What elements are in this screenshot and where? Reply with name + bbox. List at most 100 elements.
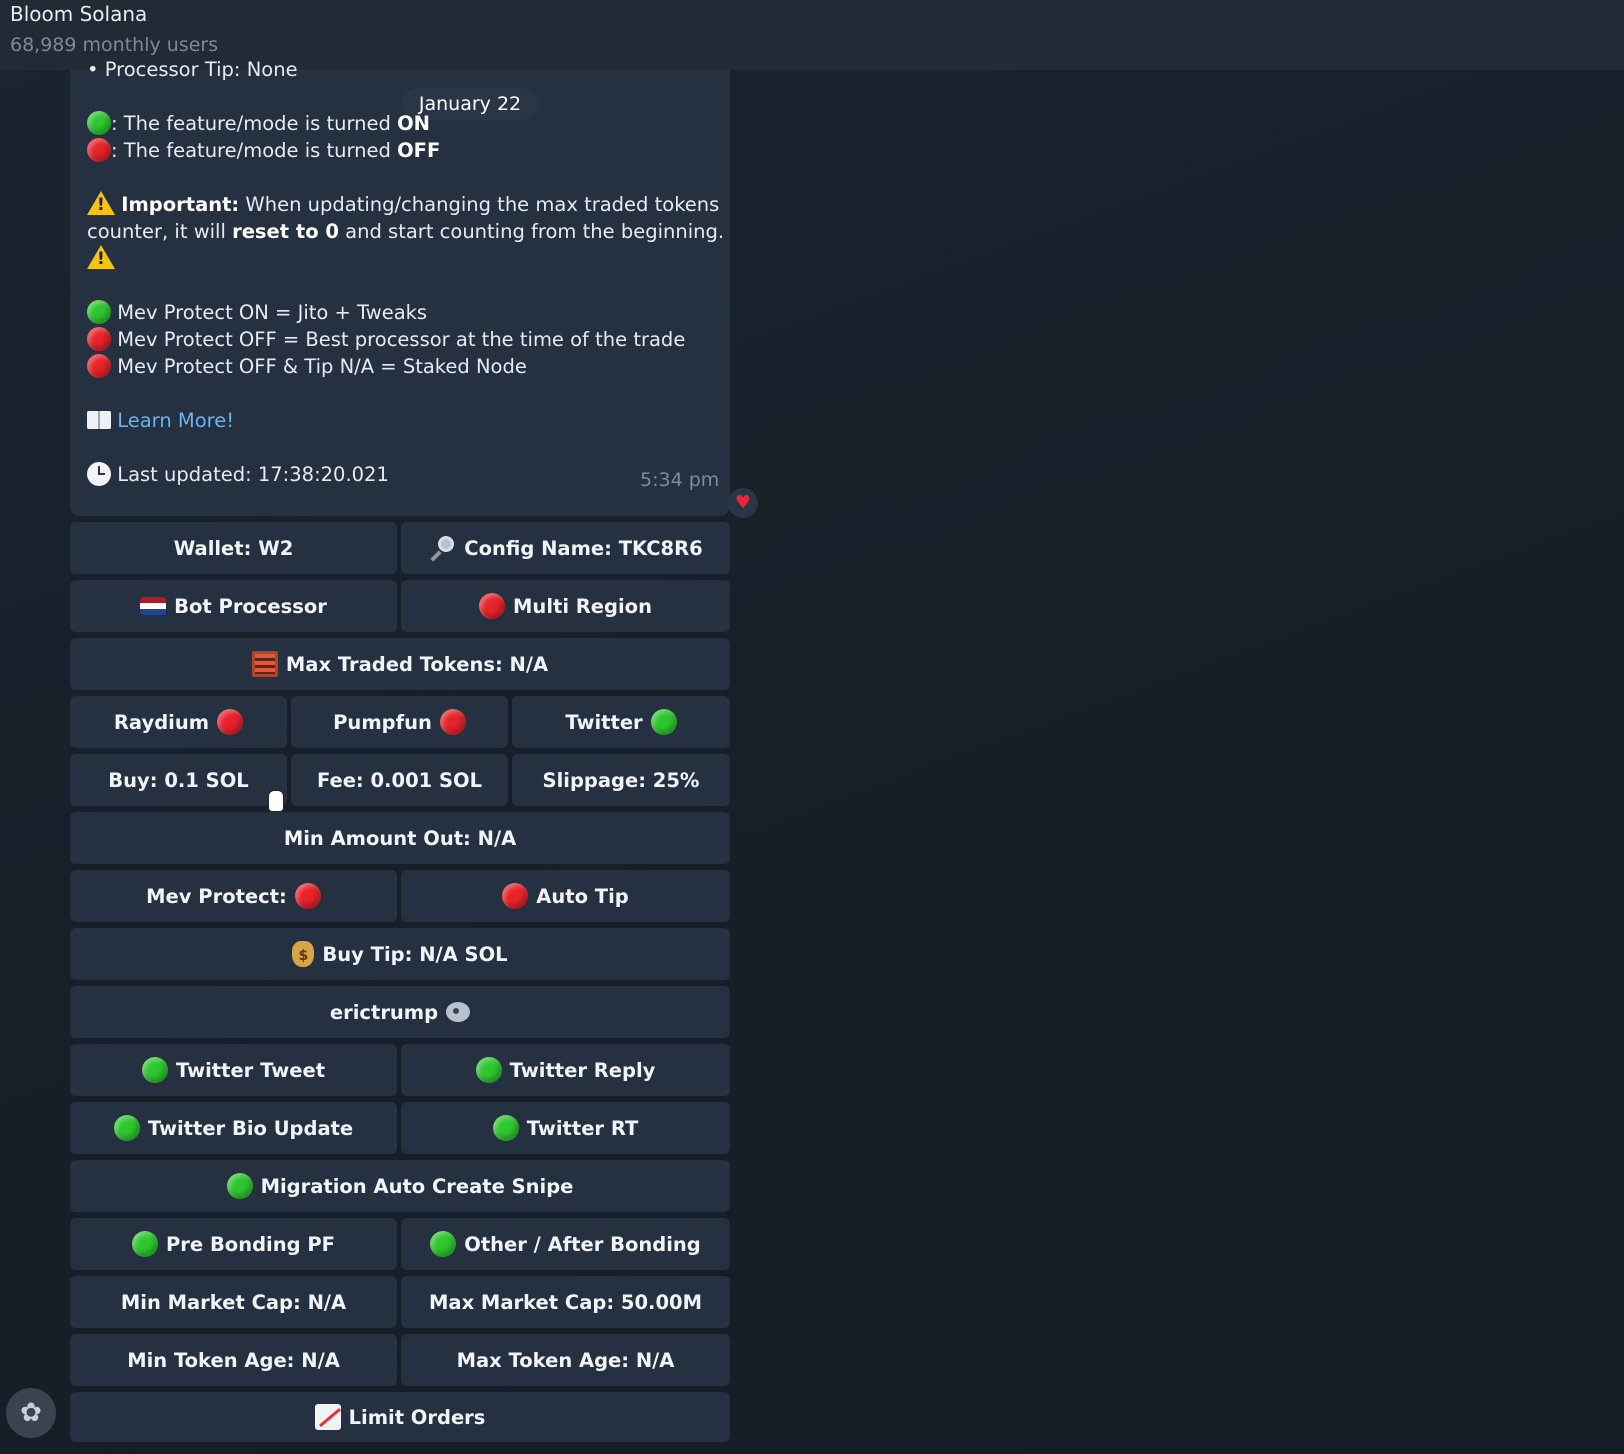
learn-more-link[interactable]: Learn More!: [117, 409, 234, 432]
green-circle-icon: [226, 1173, 253, 1199]
pumpfun-label: Pumpfun: [333, 710, 432, 734]
abacus-icon: [251, 651, 278, 677]
multi-region-button[interactable]: Multi Region: [401, 580, 730, 632]
red-circle-icon: [87, 138, 111, 162]
legend-off-line: : The feature/mode is turned OFF: [87, 137, 440, 165]
raydium-button[interactable]: Raydium: [70, 696, 287, 748]
other-after-bonding-label: Other / After Bonding: [464, 1232, 701, 1256]
min-market-cap-label: Min Market Cap: N/A: [120, 1290, 347, 1314]
buy-amount-label: Buy: 0.1 SOL: [108, 768, 249, 792]
twitter-reply-label: Twitter Reply: [509, 1058, 656, 1082]
twitter-button[interactable]: Twitter: [512, 696, 730, 748]
netherlands-flag-icon: [140, 597, 167, 615]
max-traded-tokens-button[interactable]: Max Traded Tokens: N/A: [70, 638, 730, 690]
important-label: Important:: [121, 193, 240, 216]
max-market-cap-button[interactable]: Max Market Cap: 50.00M: [401, 1276, 730, 1328]
chat-title: Bloom Solana: [10, 2, 148, 26]
legend-off-word: OFF: [397, 139, 441, 162]
limit-orders-label: Limit Orders: [348, 1405, 486, 1429]
fee-label: Fee: 0.001 SOL: [316, 768, 483, 792]
green-circle-icon: [87, 111, 111, 135]
auto-tip-label: Auto Tip: [536, 884, 629, 908]
money-bag-icon: $: [292, 941, 315, 967]
red-circle-icon: [479, 593, 506, 619]
twitter-reply-button[interactable]: Twitter Reply: [401, 1044, 730, 1096]
important-text: When updating/changing the max traded to…: [239, 193, 720, 216]
limit-orders-button[interactable]: Limit Orders: [70, 1392, 730, 1442]
bot-processor-button[interactable]: Bot Processor: [70, 580, 397, 632]
legend-on-line: : The feature/mode is turned ON: [87, 110, 430, 138]
multi-region-label: Multi Region: [513, 594, 652, 618]
red-circle-icon: [217, 709, 244, 735]
pre-bonding-pf-label: Pre Bonding PF: [166, 1232, 335, 1256]
max-traded-tokens-label: Max Traded Tokens: N/A: [285, 652, 549, 676]
wallet-button[interactable]: Wallet: W2: [70, 522, 397, 574]
reset-text: reset to 0: [232, 220, 339, 243]
legend-on-word: ON: [397, 112, 430, 135]
important-line-3: [87, 245, 115, 273]
username-button[interactable]: erictrump: [70, 986, 730, 1038]
min-amount-out-label: Min Amount Out: N/A: [283, 826, 517, 850]
max-token-age-button[interactable]: Max Token Age: N/A: [401, 1334, 730, 1386]
twitter-rt-button[interactable]: Twitter RT: [401, 1102, 730, 1154]
red-circle-icon: [502, 883, 529, 909]
min-amount-out-button[interactable]: Min Amount Out: N/A: [70, 812, 730, 864]
legend-off-text: : The feature/mode is turned: [111, 139, 398, 162]
buy-tip-button[interactable]: $ Buy Tip: N/A SOL: [70, 928, 730, 980]
green-circle-icon: [492, 1115, 519, 1141]
chat-subtitle: 68,989 monthly users: [10, 34, 219, 56]
legend-on-text: : The feature/mode is turned: [111, 112, 398, 135]
mev-off-tip-text: Mev Protect OFF & Tip N/A = Staked Node: [117, 355, 527, 378]
last-updated-text: Last updated: 17:38:20.021: [117, 463, 389, 486]
bot-message: • Processor Tip: None January 22 : The f…: [70, 58, 730, 516]
buy-tip-label: Buy Tip: N/A SOL: [322, 942, 508, 966]
twitter-bio-update-label: Twitter Bio Update: [147, 1116, 354, 1140]
config-name-button[interactable]: Config Name: TKC8R6: [401, 522, 730, 574]
important-text-2c: and start counting from the beginning.: [338, 220, 725, 243]
other-after-bonding-button[interactable]: Other / After Bonding: [401, 1218, 730, 1270]
message-time: 5:34 pm: [640, 469, 720, 491]
important-line-2: counter, it will reset to 0 and start co…: [87, 218, 724, 246]
mev-on-text: Mev Protect ON = Jito + Tweaks: [117, 301, 428, 324]
mev-off-text: Mev Protect OFF = Best processor at the …: [117, 328, 686, 351]
migration-auto-create-snipe-label: Migration Auto Create Snipe: [260, 1174, 574, 1198]
min-token-age-button[interactable]: Min Token Age: N/A: [70, 1334, 397, 1386]
buy-amount-button[interactable]: Buy: 0.1 SOL: [70, 754, 287, 806]
migration-auto-create-snipe-button[interactable]: Migration Auto Create Snipe: [70, 1160, 730, 1212]
mev-protect-button[interactable]: Mev Protect:: [70, 870, 397, 922]
app-logo-icon[interactable]: ✿: [6, 1388, 56, 1438]
chart-increasing-icon: [314, 1404, 341, 1430]
heart-reaction-icon[interactable]: ♥: [728, 488, 758, 518]
warning-icon: [87, 191, 115, 215]
cut-off-line: • Processor Tip: None: [87, 58, 298, 81]
twitter-bio-update-button[interactable]: Twitter Bio Update: [70, 1102, 397, 1154]
slippage-label: Slippage: 25%: [542, 768, 700, 792]
green-circle-icon: [475, 1057, 502, 1083]
auto-tip-button[interactable]: Auto Tip: [401, 870, 730, 922]
config-name-label: Config Name: TKC8R6: [464, 536, 703, 560]
min-market-cap-button[interactable]: Min Market Cap: N/A: [70, 1276, 397, 1328]
learn-more-line: Learn More!: [87, 407, 234, 435]
twitter-rt-label: Twitter RT: [526, 1116, 639, 1140]
green-circle-icon: [141, 1057, 168, 1083]
max-token-age-label: Max Token Age: N/A: [456, 1348, 675, 1372]
green-circle-icon: [430, 1231, 457, 1257]
min-token-age-label: Min Token Age: N/A: [127, 1348, 340, 1372]
mev-off-tip-line: Mev Protect OFF & Tip N/A = Staked Node: [87, 353, 527, 381]
mev-protect-label: Mev Protect:: [146, 884, 287, 908]
pumpfun-button[interactable]: Pumpfun: [291, 696, 508, 748]
slippage-button[interactable]: Slippage: 25%: [512, 754, 730, 806]
wallet-label: Wallet: W2: [173, 536, 294, 560]
twitter-tweet-button[interactable]: Twitter Tweet: [70, 1044, 397, 1096]
pre-bonding-pf-button[interactable]: Pre Bonding PF: [70, 1218, 397, 1270]
green-circle-icon: [113, 1115, 140, 1141]
twitter-label: Twitter: [565, 710, 643, 734]
green-circle-icon: [132, 1231, 159, 1257]
bird-icon: [446, 1002, 471, 1022]
book-icon: [87, 411, 111, 429]
max-market-cap-label: Max Market Cap: 50.00M: [429, 1290, 702, 1314]
red-circle-icon: [87, 354, 111, 378]
important-line-1: Important: When updating/changing the ma…: [87, 191, 719, 219]
clock-icon: [87, 462, 111, 486]
fee-button[interactable]: Fee: 0.001 SOL: [291, 754, 508, 806]
